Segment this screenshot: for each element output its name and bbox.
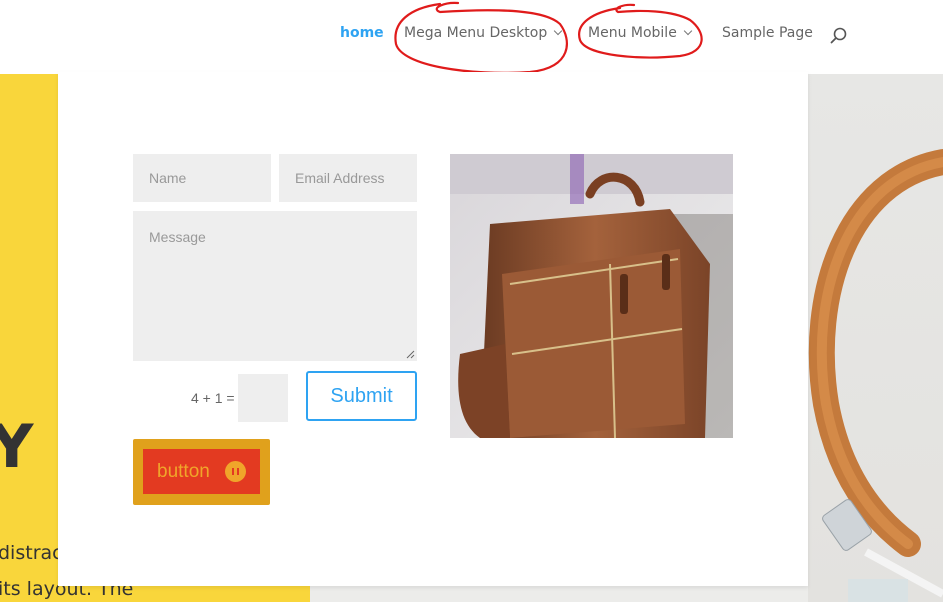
captcha-input[interactable] — [238, 374, 288, 422]
nav-item-home[interactable]: home — [340, 22, 384, 44]
promo-button[interactable]: button — [133, 439, 270, 505]
nav-item-mega-menu-desktop[interactable]: Mega Menu Desktop — [404, 22, 563, 44]
site-header: home Mega Menu Desktop Menu Mobile Sampl… — [0, 0, 943, 74]
main-navigation: home Mega Menu Desktop Menu Mobile Sampl… — [0, 22, 943, 44]
captcha-question: 4 + 1 = — [191, 390, 235, 406]
hero-heading-fragment: Y — [0, 412, 34, 482]
mega-menu-dropdown: Name Email Address Message 4 + 1 = Submi… — [58, 72, 808, 586]
chevron-down-icon — [553, 26, 563, 36]
email-field-placeholder: Email Address — [295, 170, 385, 186]
nav-item-sample-page[interactable]: Sample Page — [722, 22, 813, 44]
message-textarea[interactable]: Message — [133, 211, 417, 361]
search-icon[interactable] — [829, 26, 849, 46]
nav-item-menu-mobile[interactable]: Menu Mobile — [588, 22, 693, 44]
promo-button-inner: button — [143, 449, 260, 494]
message-placeholder: Message — [149, 229, 206, 245]
hero-text-line-1: distrac — [0, 542, 63, 564]
bottom-background-strip — [310, 586, 808, 602]
submit-button[interactable]: Submit — [306, 371, 417, 421]
name-field[interactable]: Name — [133, 154, 271, 202]
chevron-down-icon — [683, 26, 693, 36]
resize-handle-icon[interactable] — [406, 350, 415, 359]
nav-item-label: home — [340, 25, 384, 41]
nav-item-label: Sample Page — [722, 25, 813, 41]
headphones-background-photo — [808, 74, 943, 602]
nav-item-label: Menu Mobile — [588, 25, 677, 41]
nav-item-label: Mega Menu Desktop — [404, 25, 548, 41]
email-field[interactable]: Email Address — [279, 154, 417, 202]
backpack-product-image — [450, 154, 733, 438]
pause-circle-icon — [225, 461, 246, 482]
name-field-placeholder: Name — [149, 170, 187, 186]
promo-button-label: button — [157, 461, 210, 482]
